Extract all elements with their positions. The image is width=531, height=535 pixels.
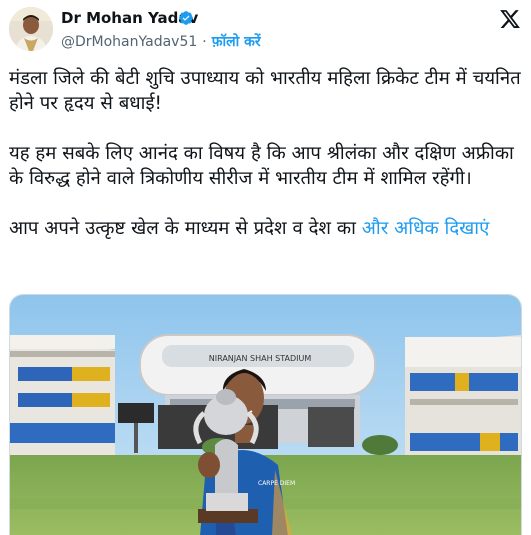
author-handle[interactable]: @DrMohanYadav51 (61, 34, 197, 50)
tweet-header: Dr Mohan Yadav @DrMohanYadav51 · फ़ॉलो करे… (0, 0, 531, 60)
avatar-photo (9, 7, 53, 51)
left-stand (10, 335, 115, 455)
tweet-paragraph-3-text: आप अपने उत्कृष्ट खेल के माध्यम से प्रदेश… (9, 218, 356, 239)
show-more-link[interactable]: और अधिक दिखाएं (362, 218, 490, 239)
stadium-photo: NIRANJAN SHAH STADIUM CARPE DIEM (10, 295, 521, 535)
tweet-text: मंडला जिले की बेटी शुचि उपाध्याय को भारत… (9, 66, 524, 241)
tweet-paragraph-2: यह हम सबके लिए आनंद का विषय है कि आप श्र… (9, 143, 514, 189)
handle-row: @DrMohanYadav51 · फ़ॉलो करें (61, 32, 261, 51)
stadium-sign: NIRANJAN SHAH STADIUM (209, 354, 312, 363)
x-logo-icon[interactable] (499, 8, 521, 30)
verified-badge-icon (179, 11, 193, 25)
follow-button[interactable]: फ़ॉलो करें (212, 34, 261, 50)
jersey-text: CARPE DIEM (258, 480, 295, 487)
avatar[interactable] (9, 7, 53, 51)
separator-dot: · (202, 34, 207, 50)
right-stand (405, 335, 521, 457)
tweet-media-image[interactable]: NIRANJAN SHAH STADIUM CARPE DIEM (9, 294, 522, 535)
tweet-paragraph-1: मंडला जिले की बेटी शुचि उपाध्याय को भारत… (9, 68, 521, 114)
tweet-paragraph-3: आप अपने उत्कृष्ट खेल के माध्यम से प्रदेश… (9, 216, 524, 241)
